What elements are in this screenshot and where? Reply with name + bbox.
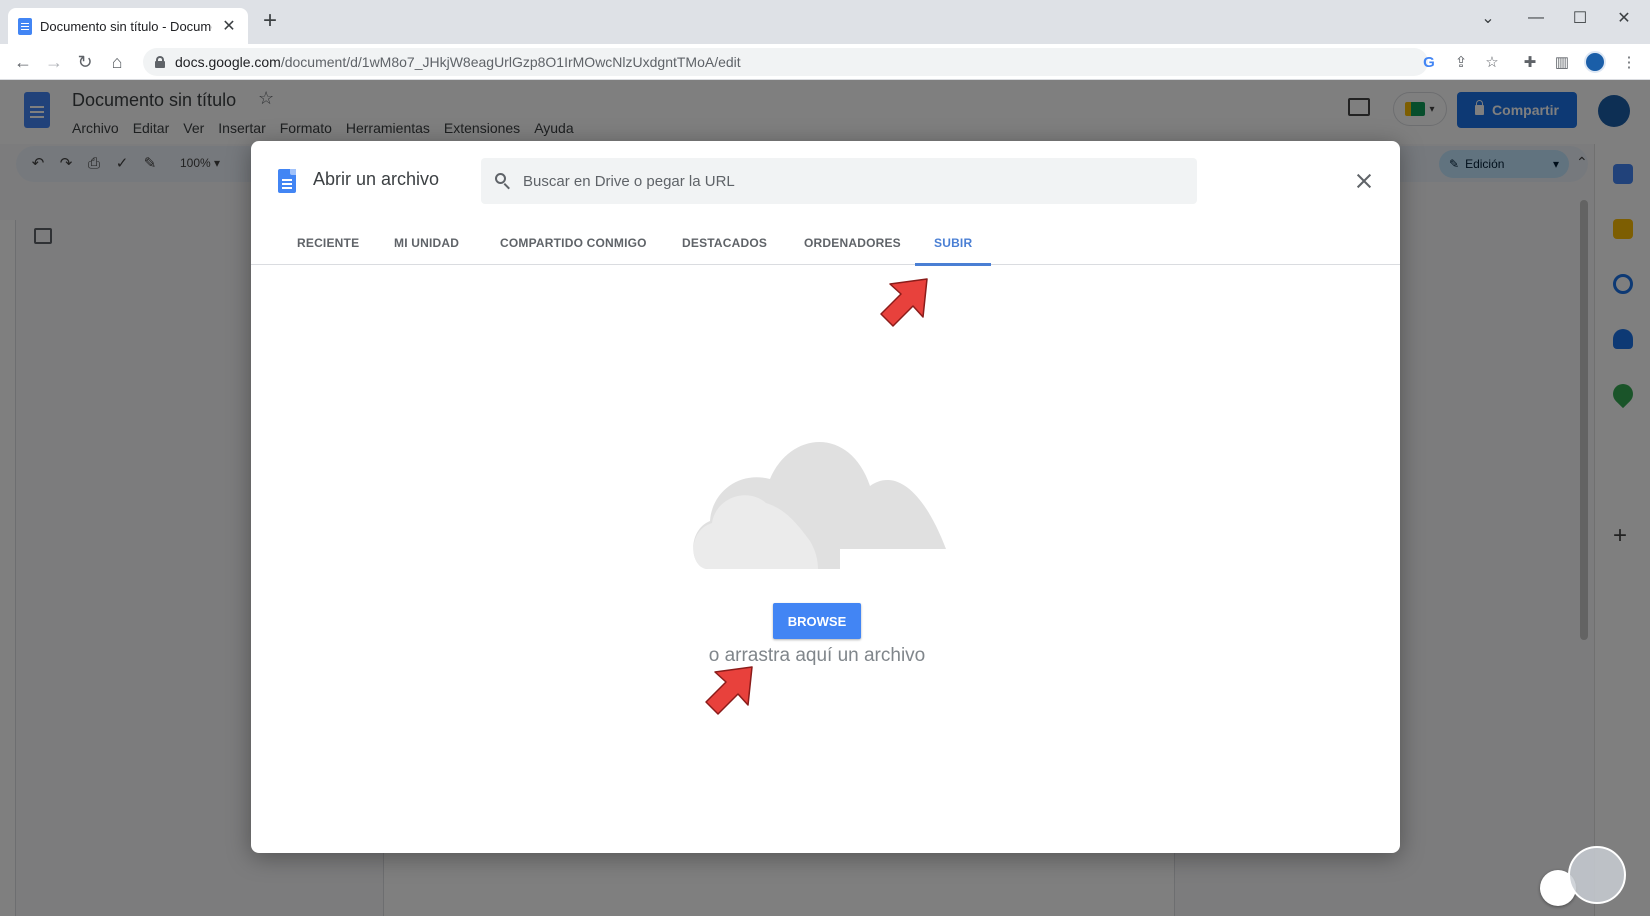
google-translate-icon[interactable]: G: [1418, 51, 1440, 73]
lock-icon[interactable]: [155, 56, 165, 68]
share-page-icon[interactable]: ⇪: [1450, 51, 1472, 73]
annotation-arrow-icon: [705, 666, 753, 715]
tab-search-chevron-icon[interactable]: ⌄: [1468, 4, 1508, 32]
dialog-title: Abrir un archivo: [313, 169, 440, 189]
tab-ordenadores[interactable]: ORDENADORES: [785, 221, 920, 265]
tab-mi-unidad[interactable]: MI UNIDAD: [375, 221, 478, 265]
extensions-puzzle-icon[interactable]: ✚: [1519, 51, 1541, 73]
browse-button[interactable]: BROWSE: [773, 603, 861, 639]
side-panel-icon[interactable]: ▥: [1551, 51, 1573, 73]
forward-icon[interactable]: →: [41, 50, 67, 74]
tab-compartido-conmigo[interactable]: COMPARTIDO CONMIGO: [481, 221, 666, 265]
minimize-button[interactable]: —: [1516, 4, 1556, 32]
annotation-arrow-icon: [880, 278, 928, 327]
docs-file-icon: [278, 169, 296, 193]
tab-reciente[interactable]: RECIENTE: [278, 221, 378, 265]
back-icon[interactable]: ←: [10, 50, 36, 74]
maximize-button[interactable]: ☐: [1560, 4, 1600, 32]
dialog-tabs: RECIENTE MI UNIDAD COMPARTIDO CONMIGO DE…: [251, 221, 1400, 266]
url-text: docs.google.com/document/d/1wM8o7_JHkjW8…: [175, 54, 741, 70]
close-window-button[interactable]: ✕: [1604, 4, 1644, 32]
upload-cloud-icon: [693, 441, 946, 569]
drive-search-input[interactable]: [523, 172, 1197, 190]
browser-profile-avatar[interactable]: [1584, 51, 1606, 73]
watermark-logo: [1568, 846, 1626, 904]
drive-search-box[interactable]: [481, 158, 1197, 204]
close-icon[interactable]: [1352, 169, 1376, 193]
browser-tab-title: Documento sin título - Documen: [40, 18, 212, 34]
browser-menu-icon[interactable]: ⋮: [1618, 51, 1640, 73]
tab-close-icon[interactable]: ✕: [220, 16, 238, 36]
browser-tab[interactable]: Documento sin título - Documen ✕: [8, 8, 248, 44]
tab-subir[interactable]: SUBIR: [915, 221, 992, 266]
home-icon[interactable]: ⌂: [104, 50, 130, 74]
reload-icon[interactable]: ↻: [72, 50, 98, 74]
docs-favicon-icon: [18, 17, 32, 35]
browser-tabstrip: Documento sin título - Documen ✕ + ⌄ — ☐…: [0, 0, 1650, 44]
address-bar[interactable]: docs.google.com/document/d/1wM8o7_JHkjW8…: [143, 48, 1428, 76]
bookmark-star-icon[interactable]: ☆: [1481, 51, 1503, 73]
search-icon: [495, 173, 511, 189]
open-file-dialog: Abrir un archivo RECIENTE MI UNIDAD COMP…: [251, 141, 1400, 853]
tab-destacados[interactable]: DESTACADOS: [663, 221, 786, 265]
new-tab-button[interactable]: +: [258, 9, 282, 34]
browser-toolbar: ← → ↻ ⌂ docs.google.com/document/d/1wM8o…: [0, 44, 1650, 80]
